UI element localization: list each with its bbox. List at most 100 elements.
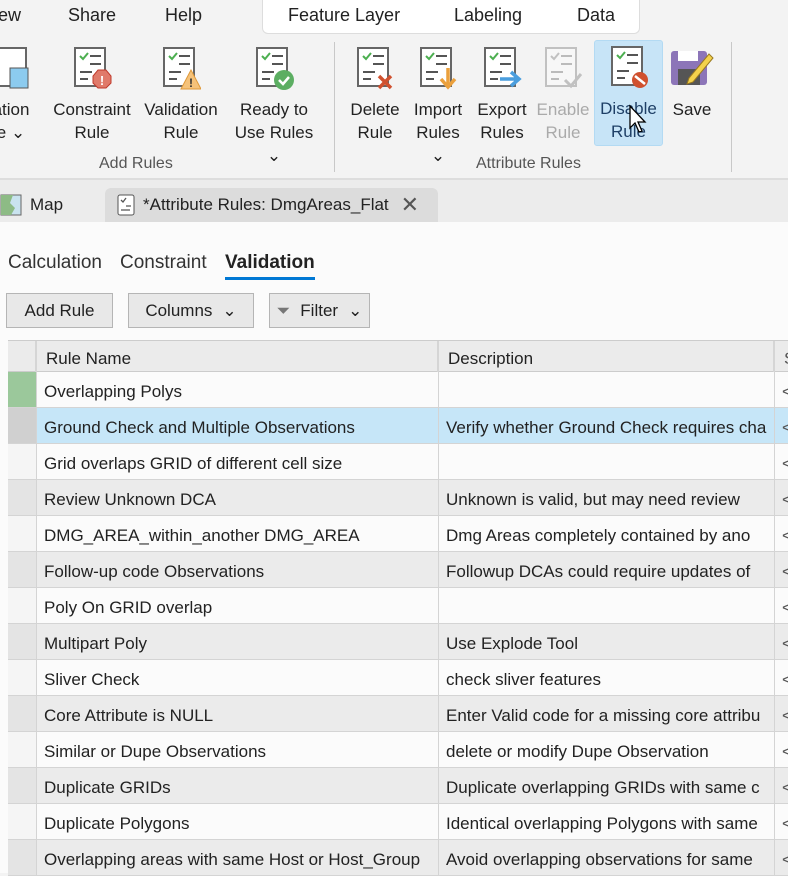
description-cell[interactable]: check sliver features	[439, 660, 775, 695]
row-selector[interactable]	[8, 696, 37, 731]
description-cell[interactable]: Use Explode Tool	[439, 624, 775, 659]
rule-name-cell[interactable]: Core Attribute is NULL	[37, 696, 439, 731]
row-selector[interactable]	[8, 660, 37, 695]
validation-rule-button[interactable]: ! Validation Rule	[138, 42, 224, 148]
filter-dropdown[interactable]: ⏷ Filter ⌄	[269, 293, 370, 328]
table-row[interactable]: Duplicate Polygons Identical overlapping…	[8, 804, 788, 840]
table-row[interactable]: Follow-up code Observations Followup DCA…	[8, 552, 788, 588]
extra-cell[interactable]: <	[775, 552, 788, 587]
extra-cell[interactable]: <	[775, 660, 788, 695]
ribbon-tab-data[interactable]: Data	[577, 5, 615, 26]
calculation-rule-button[interactable]: atione ⌄	[0, 42, 42, 148]
columns-dropdown[interactable]: Columns ⌄	[128, 293, 254, 328]
chevron-down-icon: ⌄	[348, 300, 363, 320]
export-rules-button[interactable]: Export Rules	[472, 42, 532, 148]
row-selector[interactable]	[8, 624, 37, 659]
ribbon-tab-view[interactable]: ew	[0, 5, 21, 26]
table-row[interactable]: DMG_AREA_within_another DMG_AREA Dmg Are…	[8, 516, 788, 552]
extra-cell[interactable]: <	[775, 372, 788, 407]
table-row[interactable]: Poly On GRID overlap <	[8, 588, 788, 624]
description-cell[interactable]	[439, 588, 775, 623]
rule-name-cell[interactable]: Sliver Check	[37, 660, 439, 695]
table-row[interactable]: Grid overlaps GRID of different cell siz…	[8, 444, 788, 480]
row-selector[interactable]	[8, 552, 37, 587]
extra-cell[interactable]: <	[775, 444, 788, 479]
ready-to-use-rules-button[interactable]: Ready to Use Rules ⌄	[226, 42, 322, 165]
description-cell[interactable]: Verify whether Ground Check requires cha	[439, 408, 775, 443]
extra-cell[interactable]: <	[775, 588, 788, 623]
description-cell[interactable]	[439, 372, 775, 407]
tab-calculation[interactable]: Calculation	[8, 252, 102, 274]
description-cell[interactable]: Followup DCAs could require updates of	[439, 552, 775, 587]
description-cell[interactable]: Avoid overlapping observations for same	[439, 840, 775, 875]
rule-name-cell[interactable]: Overlapping areas with same Host or Host…	[37, 840, 439, 875]
row-selector[interactable]	[8, 588, 37, 623]
constraint-rule-button[interactable]: ! Constraint Rule	[50, 42, 134, 148]
row-selector[interactable]	[8, 516, 37, 551]
description-cell[interactable]: Duplicate overlapping GRIDs with same c	[439, 768, 775, 803]
extra-cell[interactable]: <	[775, 804, 788, 839]
rule-name-cell[interactable]: Duplicate GRIDs	[37, 768, 439, 803]
table-row[interactable]: Overlapping areas with same Host or Host…	[8, 840, 788, 876]
ribbon-tab-feature-layer[interactable]: Feature Layer	[288, 5, 400, 26]
save-button[interactable]: Save	[666, 42, 718, 148]
table-row[interactable]: Duplicate GRIDs Duplicate overlapping GR…	[8, 768, 788, 804]
row-selector[interactable]	[8, 840, 37, 875]
row-selector[interactable]	[8, 804, 37, 839]
tab-attribute-rules[interactable]: *Attribute Rules: DmgAreas_Flat ✕	[105, 188, 438, 222]
rule-name-cell[interactable]: Similar or Dupe Observations	[37, 732, 439, 767]
table-row[interactable]: Review Unknown DCA Unknown is valid, but…	[8, 480, 788, 516]
column-header-rule-name[interactable]: Rule Name	[37, 341, 439, 372]
rule-name-cell[interactable]: DMG_AREA_within_another DMG_AREA	[37, 516, 439, 551]
delete-rule-button[interactable]: Delete Rule	[347, 42, 403, 148]
row-selector[interactable]	[8, 408, 37, 443]
rule-name-cell[interactable]: Follow-up code Observations	[37, 552, 439, 587]
column-header-extra[interactable]: S	[775, 341, 788, 372]
rule-name-cell[interactable]: Review Unknown DCA	[37, 480, 439, 515]
row-selector[interactable]	[8, 768, 37, 803]
description-cell[interactable]	[439, 444, 775, 479]
description-cell[interactable]: Dmg Areas completely contained by ano	[439, 516, 775, 551]
extra-cell[interactable]: <	[775, 408, 788, 443]
description-cell[interactable]: delete or modify Dupe Observation	[439, 732, 775, 767]
import-rules-button[interactable]: Import Rules ⌄	[407, 42, 469, 165]
close-tab-icon[interactable]: ✕	[401, 192, 419, 218]
attribute-rules-group-label: Attribute Rules	[476, 155, 581, 172]
ribbon-tab-share[interactable]: Share	[68, 5, 116, 26]
row-selector[interactable]	[8, 480, 37, 515]
enable-rule-button[interactable]: Enable Rule	[534, 42, 592, 148]
extra-cell[interactable]: <	[775, 696, 788, 731]
description-cell[interactable]: Unknown is valid, but may need review	[439, 480, 775, 515]
table-row[interactable]: Overlapping Polys <	[8, 372, 788, 408]
extra-cell[interactable]: <	[775, 516, 788, 551]
extra-cell[interactable]: <	[775, 732, 788, 767]
rule-name-cell[interactable]: Poly On GRID overlap	[37, 588, 439, 623]
table-row[interactable]: Multipart Poly Use Explode Tool <	[8, 624, 788, 660]
description-cell[interactable]: Identical overlapping Polygons with same	[439, 804, 775, 839]
extra-cell[interactable]: <	[775, 840, 788, 875]
row-selector[interactable]	[8, 372, 37, 407]
extra-cell[interactable]: <	[775, 624, 788, 659]
ribbon-tab-labeling[interactable]: Labeling	[454, 5, 522, 26]
row-selector[interactable]	[8, 732, 37, 767]
description-cell[interactable]: Enter Valid code for a missing core attr…	[439, 696, 775, 731]
table-row[interactable]: Sliver Check check sliver features <	[8, 660, 788, 696]
rule-name-cell[interactable]: Duplicate Polygons	[37, 804, 439, 839]
rule-name-cell[interactable]: Multipart Poly	[37, 624, 439, 659]
extra-cell[interactable]: <	[775, 768, 788, 803]
ribbon-tab-help[interactable]: Help	[165, 5, 202, 26]
table-row[interactable]: Core Attribute is NULL Enter Valid code …	[8, 696, 788, 732]
column-header-description[interactable]: Description	[439, 341, 775, 372]
add-rule-button[interactable]: Add Rule	[6, 293, 113, 328]
table-row[interactable]: Ground Check and Multiple Observations V…	[8, 408, 788, 444]
extra-cell[interactable]: <	[775, 480, 788, 515]
table-row[interactable]: Similar or Dupe Observations delete or m…	[8, 732, 788, 768]
tab-map[interactable]: Map	[0, 188, 63, 222]
tab-validation[interactable]: Validation	[225, 252, 315, 274]
row-selector-header	[8, 341, 37, 372]
rule-name-cell[interactable]: Grid overlaps GRID of different cell siz…	[37, 444, 439, 479]
rule-name-cell[interactable]: Overlapping Polys	[37, 372, 439, 407]
rule-name-cell[interactable]: Ground Check and Multiple Observations	[37, 408, 439, 443]
tab-constraint[interactable]: Constraint	[120, 252, 207, 274]
row-selector[interactable]	[8, 444, 37, 479]
